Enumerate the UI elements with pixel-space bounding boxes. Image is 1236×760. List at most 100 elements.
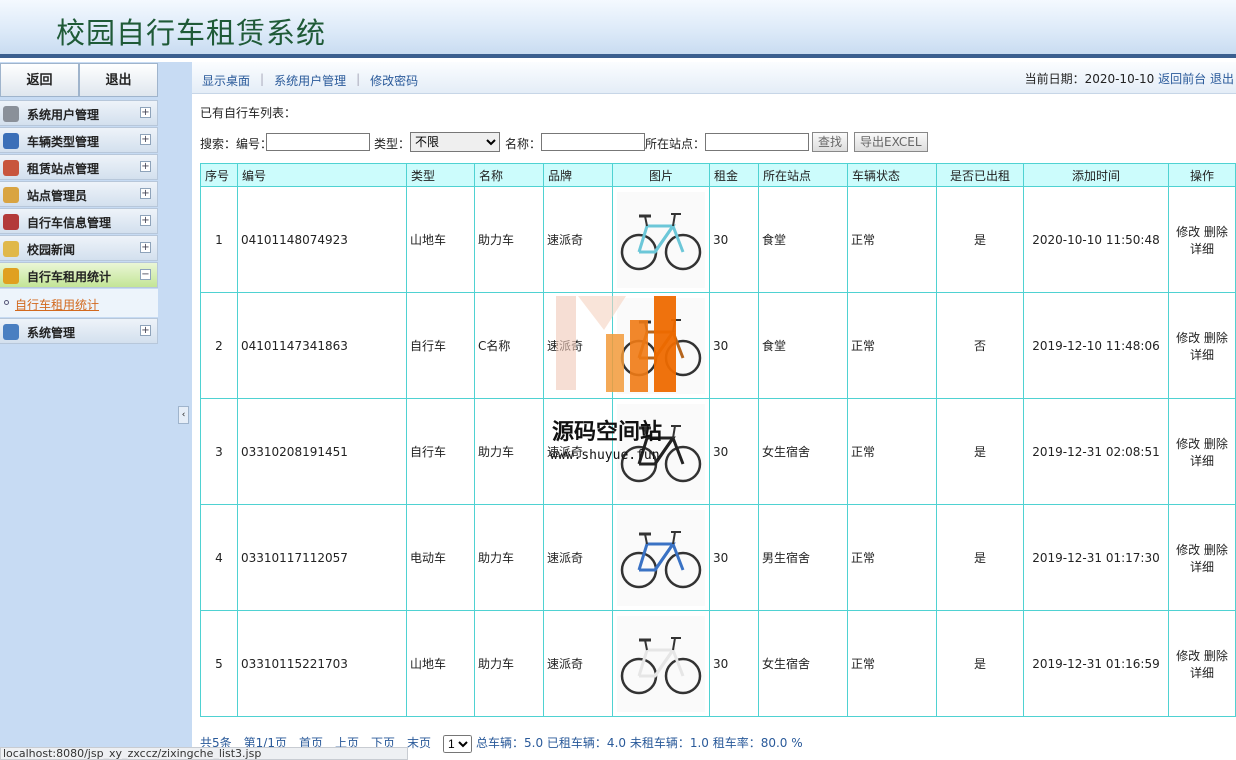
nav-change-password[interactable]: 修改密码	[370, 72, 418, 89]
sidebar-item[interactable]: 自行车租用统计 −	[0, 262, 158, 288]
edit-link[interactable]: 修改	[1176, 225, 1200, 239]
expand-toggle-icon[interactable]: +	[140, 325, 151, 336]
cell-number: 04101148074923	[237, 186, 407, 293]
delete-link[interactable]: 删除	[1204, 437, 1228, 451]
cell-name: C名称	[474, 292, 544, 399]
expand-toggle-icon[interactable]: +	[140, 242, 151, 253]
cell-actions: 修改 删除详细	[1168, 186, 1236, 293]
detail-link[interactable]: 详细	[1190, 454, 1214, 468]
submenu-rental-stats-link[interactable]: 自行车租用统计	[15, 296, 99, 313]
gear-icon	[3, 106, 19, 122]
col-header: 名称	[474, 163, 544, 187]
cell-image	[612, 186, 710, 293]
bike-table: 序号 编号 类型 名称 品牌 图片 租金 所在站点 车辆状态 是否已出租 添加时…	[200, 163, 1236, 717]
find-button[interactable]: 查找	[812, 132, 849, 152]
nav-logout-link[interactable]: 退出	[1210, 72, 1234, 86]
cell-added-time: 2019-12-10 11:48:06	[1023, 292, 1169, 399]
nav-system-users[interactable]: 系统用户管理	[274, 72, 346, 89]
delete-link[interactable]: 删除	[1204, 543, 1228, 557]
delete-link[interactable]: 删除	[1204, 331, 1228, 345]
name-input[interactable]	[541, 133, 645, 151]
cell-rent: 30	[709, 292, 759, 399]
table-row: 4 03310117112057 电动车 助力车 速派奇 30 男生宿舍 正常是 2019-12…	[200, 504, 1236, 611]
type-select[interactable]: 不限	[410, 132, 500, 152]
cell-brand: 速派奇	[543, 504, 613, 611]
page-select[interactable]: 1	[443, 734, 473, 753]
rental-stats: 总车辆：5.0 已租车辆：4.0 未租车辆：1.0 租车率：80.0 %	[476, 736, 803, 750]
station-input[interactable]	[705, 133, 809, 151]
nav-show-desktop[interactable]: 显示桌面	[202, 72, 250, 89]
detail-link[interactable]: 详细	[1190, 242, 1214, 256]
sidebar-item[interactable]: 租赁站点管理 +	[0, 154, 158, 180]
cell-status: 正常	[847, 292, 937, 399]
detail-link[interactable]: 详细	[1190, 666, 1214, 680]
export-excel-button[interactable]: 导出EXCEL	[854, 132, 928, 152]
edit-link[interactable]: 修改	[1176, 649, 1200, 663]
col-header: 租金	[709, 163, 759, 187]
detail-link[interactable]: 详细	[1190, 348, 1214, 362]
cell-name: 助力车	[474, 398, 544, 505]
table-row: 2 04101147341863 自行车 C名称 速派奇 30 食堂 正常否 2019-12-1…	[200, 292, 1236, 399]
back-to-front-link[interactable]: 返回前台	[1158, 72, 1206, 86]
last-page-link[interactable]: 末页	[407, 736, 431, 750]
cell-number: 03310208191451	[237, 398, 407, 505]
col-header: 是否已出租	[936, 163, 1024, 187]
cell-type: 山地车	[406, 610, 475, 717]
cell-name: 助力车	[474, 610, 544, 717]
name-label: 名称：	[505, 137, 542, 151]
edit-link[interactable]: 修改	[1176, 437, 1200, 451]
sidebar-item[interactable]: 校园新闻 +	[0, 235, 158, 261]
detail-link[interactable]: 详细	[1190, 560, 1214, 574]
expand-toggle-icon[interactable]: +	[140, 188, 151, 199]
sidebar-item[interactable]: 车辆类型管理 +	[0, 127, 158, 153]
sidebar-item[interactable]: 系统管理 +	[0, 318, 158, 344]
cell-station: 食堂	[758, 186, 848, 293]
cell-index: 2	[200, 292, 238, 399]
cell-status: 正常	[847, 610, 937, 717]
bike-photo	[617, 191, 705, 288]
cell-station: 男生宿舍	[758, 504, 848, 611]
user-icon	[3, 187, 19, 203]
table-row: 1 04101148074923 山地车 助力车 速派奇 30 食堂 正常是 2020-10-1…	[200, 186, 1236, 293]
col-header: 类型	[406, 163, 475, 187]
sidebar-item-label: 站点管理员	[27, 189, 88, 203]
cell-status: 正常	[847, 186, 937, 293]
sidebar-item-label: 自行车租用统计	[27, 270, 112, 284]
collapse-sidebar-icon[interactable]: ‹	[178, 406, 189, 424]
nav-separator: |	[356, 72, 361, 86]
cell-rent: 30	[709, 610, 759, 717]
sidebar-menu: 系统用户管理 + 车辆类型管理 + 租赁站点管理 + 站点管理员 + 自行车信息管理 + 校园新闻 +…	[0, 100, 158, 344]
sidebar-item[interactable]: 系统用户管理 +	[0, 100, 158, 126]
expand-toggle-icon[interactable]: +	[140, 161, 151, 172]
cell-status: 正常	[847, 398, 937, 505]
sidebar-item[interactable]: 自行车信息管理 +	[0, 208, 158, 234]
bike-photo	[617, 297, 705, 394]
cell-rented: 是	[936, 504, 1024, 611]
sidebar-item-label: 租赁站点管理	[27, 162, 100, 176]
expand-toggle-icon[interactable]: +	[140, 215, 151, 226]
cell-rent: 30	[709, 504, 759, 611]
edit-link[interactable]: 修改	[1176, 543, 1200, 557]
expand-toggle-icon[interactable]: +	[140, 134, 151, 145]
app-header: 校园自行车租赁系统	[0, 0, 1236, 58]
cell-number: 03310117112057	[237, 504, 407, 611]
edit-link[interactable]: 修改	[1176, 331, 1200, 345]
delete-link[interactable]: 删除	[1204, 225, 1228, 239]
sidebar-item[interactable]: 站点管理员 +	[0, 181, 158, 207]
expand-toggle-icon[interactable]: +	[140, 107, 151, 118]
cell-added-time: 2019-12-31 01:17:30	[1023, 504, 1169, 611]
table-header-row: 序号 编号 类型 名称 品牌 图片 租金 所在站点 车辆状态 是否已出租 添加时…	[200, 163, 1236, 187]
table-row: 5 03310115221703 山地车 助力车 速派奇 30 女生宿舍 正常是 2019-12…	[200, 610, 1236, 717]
expand-toggle-icon[interactable]: −	[140, 269, 151, 280]
cell-image	[612, 292, 710, 399]
station-label: 所在站点：	[645, 137, 706, 151]
delete-link[interactable]: 删除	[1204, 649, 1228, 663]
browser-status-url: localhost:8080/jsp_xy_zxccz/zixingche_li…	[0, 747, 408, 760]
cell-name: 助力车	[474, 186, 544, 293]
number-input[interactable]	[266, 133, 370, 151]
logout-button[interactable]: 退出	[79, 63, 158, 97]
back-button[interactable]: 返回	[0, 63, 79, 97]
cell-type: 自行车	[406, 292, 475, 399]
col-header: 操作	[1168, 163, 1236, 187]
current-date: 当前日期：2020-10-10	[1024, 72, 1155, 86]
